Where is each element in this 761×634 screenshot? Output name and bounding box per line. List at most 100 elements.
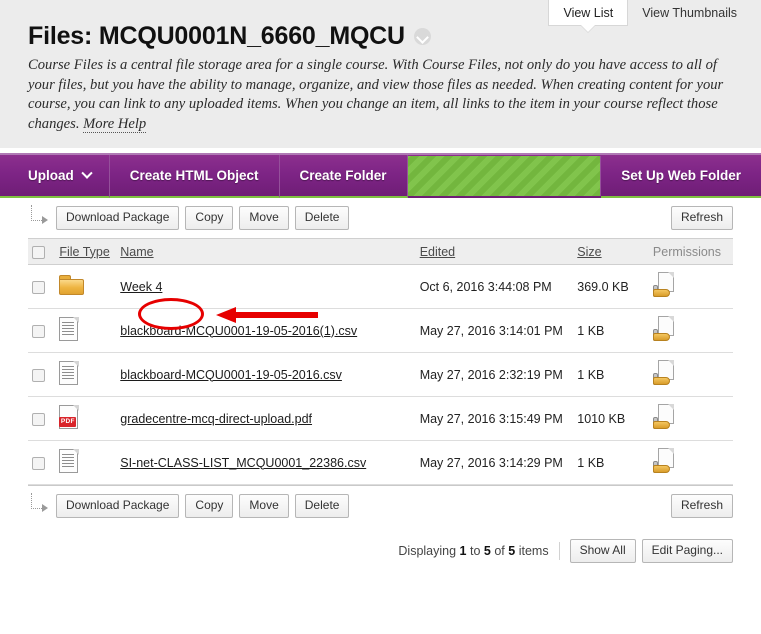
row-checkbox[interactable]	[32, 456, 45, 470]
pdf-document-icon: PDF	[59, 404, 80, 430]
tab-view-thumbnails-label: View Thumbnails	[642, 6, 737, 20]
table-header-row: File Type Name Edited Size Permissions	[28, 238, 733, 265]
row-filetype-cell	[55, 308, 117, 353]
displaying-status: Displaying 1 to 5 of 5 items	[398, 544, 548, 558]
create-html-object-button[interactable]: Create HTML Object	[109, 155, 280, 198]
row-edited-cell: May 27, 2016 3:15:49 PM	[415, 396, 574, 441]
select-all-checkbox[interactable]	[32, 245, 45, 259]
action-bar: Upload Create HTML Object Create Folder …	[0, 153, 761, 198]
files-table-header: File Type Name Edited Size Permissions	[28, 238, 733, 265]
row-select-cell	[28, 264, 56, 309]
delete-button-bottom[interactable]: Delete	[294, 493, 350, 518]
table-row[interactable]: blackboard-MCQU0001-19-05-2016(1).csv Ma…	[28, 308, 733, 353]
folder-icon	[59, 275, 85, 295]
file-name-link[interactable]: gradecentre-mcq-direct-upload.pdf	[120, 412, 312, 426]
bulk-action-arrow-icon	[28, 492, 50, 519]
row-checkbox[interactable]	[32, 324, 45, 338]
row-checkbox[interactable]	[32, 368, 45, 382]
set-up-web-folder-button[interactable]: Set Up Web Folder	[601, 155, 761, 198]
row-select-cell	[28, 440, 56, 485]
name-sort-link[interactable]: Name	[120, 245, 153, 259]
row-select-cell	[28, 352, 56, 397]
edit-paging-button[interactable]: Edit Paging...	[641, 539, 733, 563]
pagination-divider	[558, 542, 560, 560]
page-title: Files: MCQU0001N_6660_MQCU	[28, 22, 431, 51]
show-all-button[interactable]: Show All	[569, 539, 636, 563]
refresh-button-top[interactable]: Refresh	[670, 206, 733, 230]
name-header: Name	[116, 238, 416, 265]
delete-button-top[interactable]: Delete	[294, 206, 350, 230]
page-header-band: View List View Thumbnails Files: MCQU000…	[0, 0, 761, 148]
copy-button-bottom[interactable]: Copy	[185, 493, 234, 518]
edited-sort-link[interactable]: Edited	[420, 245, 455, 259]
document-permissions-icon[interactable]	[652, 404, 679, 430]
row-name-cell: SI-net-CLASS-LIST_MCQU0001_22386.csv	[116, 440, 416, 485]
row-permissions-cell	[648, 396, 733, 441]
document-permissions-icon[interactable]	[652, 360, 679, 386]
row-filetype-cell	[55, 264, 117, 309]
upload-menu-button[interactable]: Upload	[0, 155, 110, 198]
table-row[interactable]: SI-net-CLASS-LIST_MCQU0001_22386.csv May…	[28, 440, 733, 485]
select-all-header	[28, 238, 56, 265]
tab-view-list-label: View List	[563, 6, 614, 20]
view-mode-tabs: View List View Thumbnails	[548, 0, 751, 26]
files-page: View List View Thumbnails Files: MCQU000…	[0, 0, 761, 634]
size-sort-link[interactable]: Size	[577, 245, 601, 259]
download-package-button-bottom[interactable]: Download Package	[56, 493, 180, 518]
row-name-cell: blackboard-MCQU0001-19-05-2016(1).csv	[116, 308, 416, 353]
set-up-web-folder-label: Set Up Web Folder	[621, 168, 741, 183]
row-name-cell: gradecentre-mcq-direct-upload.pdf	[116, 396, 416, 441]
create-folder-button[interactable]: Create Folder	[279, 155, 408, 198]
row-filetype-cell: PDF	[55, 396, 117, 441]
copy-button-top[interactable]: Copy	[185, 206, 234, 230]
row-size-cell: 1 KB	[573, 440, 649, 485]
csv-document-icon	[59, 316, 80, 342]
file-name-link[interactable]: blackboard-MCQU0001-19-05-2016.csv	[120, 368, 342, 382]
row-size-cell: 1 KB	[573, 352, 649, 397]
table-row[interactable]: Week 4 Oct 6, 2016 3:44:08 PM 369.0 KB	[28, 264, 733, 309]
table-row[interactable]: blackboard-MCQU0001-19-05-2016.csv May 2…	[28, 352, 733, 397]
row-size-cell: 1010 KB	[573, 396, 649, 441]
row-filetype-cell	[55, 352, 117, 397]
file-type-sort-link[interactable]: File Type	[59, 245, 110, 259]
files-table-body: Week 4 Oct 6, 2016 3:44:08 PM 369.0 KB b…	[28, 264, 733, 485]
files-content: Download Package Copy Move Delete Refres…	[0, 198, 761, 634]
file-name-link[interactable]: SI-net-CLASS-LIST_MCQU0001_22386.csv	[120, 456, 366, 470]
green-striped-panel	[407, 156, 602, 196]
bottom-action-toolbar: Download Package Copy Move Delete Refres…	[28, 485, 733, 525]
row-permissions-cell	[648, 264, 733, 309]
displaying-items-word: items	[518, 544, 549, 558]
create-html-object-label: Create HTML Object	[129, 168, 259, 183]
csv-document-icon	[59, 360, 80, 386]
download-package-button-top[interactable]: Download Package	[56, 206, 180, 230]
row-permissions-cell	[648, 440, 733, 485]
row-permissions-cell	[648, 308, 733, 353]
tab-view-thumbnails[interactable]: View Thumbnails	[628, 0, 751, 25]
row-checkbox[interactable]	[32, 280, 45, 294]
document-permissions-icon[interactable]	[652, 316, 679, 342]
row-checkbox[interactable]	[32, 412, 45, 426]
chevron-down-circle-icon[interactable]	[413, 28, 431, 45]
csv-document-icon	[59, 448, 80, 474]
more-help-link[interactable]: More Help	[83, 115, 147, 133]
refresh-button-bottom[interactable]: Refresh	[670, 493, 733, 518]
file-name-link[interactable]: blackboard-MCQU0001-19-05-2016(1).csv	[120, 324, 357, 338]
row-edited-cell: May 27, 2016 3:14:29 PM	[415, 440, 574, 485]
row-edited-cell: Oct 6, 2016 3:44:08 PM	[415, 264, 574, 309]
row-filetype-cell	[55, 440, 117, 485]
move-button-top[interactable]: Move	[239, 206, 289, 230]
tab-view-list[interactable]: View List	[548, 0, 629, 26]
row-select-cell	[28, 308, 56, 353]
page-title-text: Files: MCQU0001N_6660_MQCU	[28, 22, 405, 50]
pagination-bar: Displaying 1 to 5 of 5 items Show All Ed…	[28, 539, 733, 563]
top-action-toolbar: Download Package Copy Move Delete Refres…	[28, 198, 733, 238]
file-type-header: File Type	[55, 238, 117, 265]
move-button-bottom[interactable]: Move	[239, 493, 289, 518]
document-permissions-icon[interactable]	[652, 448, 679, 474]
table-row[interactable]: PDF gradecentre-mcq-direct-upload.pdf Ma…	[28, 396, 733, 441]
upload-menu-label: Upload	[28, 168, 74, 183]
page-description: Course Files is a central file storage a…	[28, 56, 728, 134]
document-permissions-icon[interactable]	[652, 272, 679, 298]
row-select-cell	[28, 396, 56, 441]
file-name-link[interactable]: Week 4	[120, 280, 162, 294]
